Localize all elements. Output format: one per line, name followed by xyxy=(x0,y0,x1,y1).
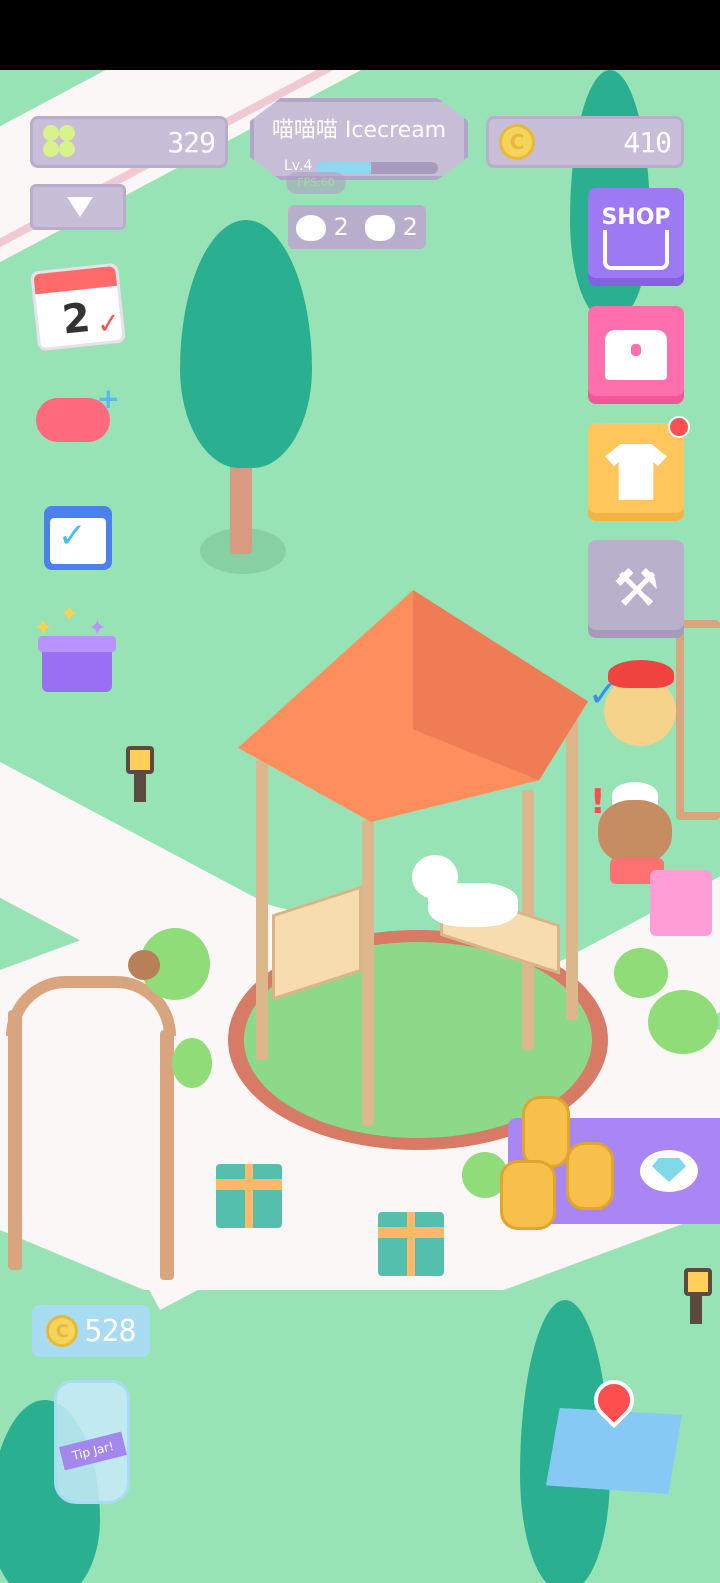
poodle-visitor[interactable]: ✓ xyxy=(588,656,686,766)
white-dog[interactable] xyxy=(408,855,520,931)
minigame-button[interactable]: + xyxy=(36,382,120,448)
cat-visitor[interactable]: ! xyxy=(590,778,684,884)
exclamation-icon: ! xyxy=(590,782,606,822)
coin-stack xyxy=(500,1160,556,1230)
bush xyxy=(172,1038,212,1088)
chevron-down-icon xyxy=(67,197,93,217)
build-button[interactable]: ⚒ xyxy=(588,540,684,638)
plus-icon: + xyxy=(96,382,120,415)
pet-counter[interactable]: 2 2 xyxy=(288,205,426,249)
tip-jar[interactable]: Tip Jar! xyxy=(54,1380,130,1504)
clover-icon xyxy=(43,125,77,159)
coin-stack xyxy=(566,1142,614,1210)
check-icon: ✓ xyxy=(588,674,619,715)
cat-face-icon xyxy=(365,215,396,241)
tasks-button[interactable]: ✓ xyxy=(44,500,112,570)
clover-count: 329 xyxy=(167,125,216,159)
fps-label: FPS:60 xyxy=(286,172,346,194)
lamp xyxy=(126,746,154,774)
cat-count: 2 xyxy=(402,213,418,241)
coin-icon: C xyxy=(46,1315,79,1347)
dog-face-icon xyxy=(296,215,327,241)
treasure-button[interactable] xyxy=(588,306,684,404)
shop-button[interactable]: SHOP xyxy=(588,188,684,286)
wardrobe-button[interactable] xyxy=(588,423,684,521)
calendar-day: 2 xyxy=(59,294,93,344)
clover-counter: 329 xyxy=(30,116,228,168)
shop-label: SHOP xyxy=(601,204,671,230)
coin-count: 410 xyxy=(623,125,672,159)
gazebo-post xyxy=(566,720,578,1020)
gazebo-post xyxy=(256,760,268,1060)
diamond-icon[interactable] xyxy=(640,1150,698,1192)
rewards-button[interactable]: ✦ ✦ ✦ xyxy=(34,602,120,696)
coin-icon: C xyxy=(499,124,535,160)
treasure-chest-icon xyxy=(605,330,667,380)
pink-gift-box[interactable] xyxy=(650,870,712,936)
collapse-menu-button[interactable] xyxy=(30,184,126,230)
tip-jar-counter: C 528 xyxy=(32,1305,150,1357)
lamp xyxy=(684,1268,712,1296)
gift-box[interactable] xyxy=(216,1164,282,1228)
coin-stack[interactable] xyxy=(522,1096,570,1168)
gift-box[interactable] xyxy=(378,1212,444,1276)
lamp-post xyxy=(134,770,146,802)
bush xyxy=(648,990,718,1054)
calendar-icon: 2 ✓ xyxy=(30,262,126,352)
hammer-wrench-icon: ⚒ xyxy=(612,559,660,619)
player-badge[interactable]: 喵喵喵 Icecream Lv.4 xyxy=(250,98,468,180)
small-cat[interactable] xyxy=(128,950,160,980)
player-name: 喵喵喵 Icecream xyxy=(271,118,447,143)
t-shirt-icon xyxy=(605,444,667,500)
arch-post xyxy=(8,1010,22,1270)
tip-jar-label: Tip Jar! xyxy=(59,1431,127,1471)
coin-counter: C 410 xyxy=(486,116,684,168)
map-button[interactable] xyxy=(546,1371,682,1500)
tip-jar-count: 528 xyxy=(84,1313,136,1349)
gift-box-icon xyxy=(42,646,112,692)
daily-checkin-button[interactable]: 2 ✓ xyxy=(30,255,126,352)
bush xyxy=(614,948,668,998)
gazebo-post xyxy=(362,820,374,1126)
dog-count: 2 xyxy=(333,213,349,241)
shopping-cart-icon xyxy=(603,229,669,270)
notification-dot xyxy=(668,416,690,438)
status-bar xyxy=(0,0,720,70)
